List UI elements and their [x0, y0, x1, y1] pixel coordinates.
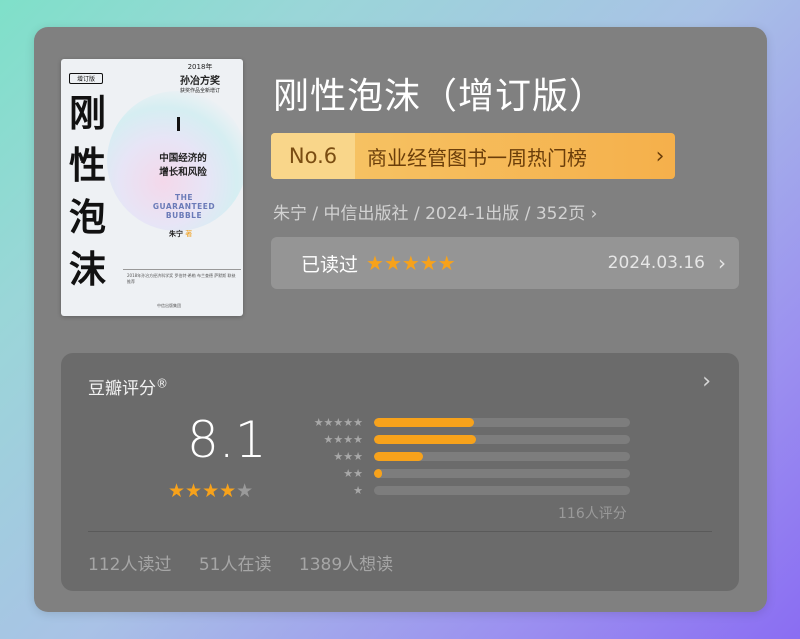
stat-read[interactable]: 112人读过 — [88, 555, 171, 575]
filled-stars-icon: ★★★★ — [168, 480, 237, 502]
distribution-track — [374, 486, 630, 495]
distribution-track — [374, 452, 630, 461]
cover-author: 朱宁 著 — [169, 229, 192, 239]
cover-title-char: 泡 — [69, 196, 106, 239]
cover-award-year: 2018年 — [187, 63, 213, 71]
distribution-row: ★★ — [299, 465, 639, 482]
cover-divider — [123, 269, 241, 270]
cover-title-char: 性 — [69, 144, 106, 187]
distribution-fill — [374, 418, 474, 427]
rating-title-text: 豆瓣评分 — [88, 379, 156, 399]
reader-stats: 112人读过 51人在读 1389人想读 — [88, 550, 415, 575]
distribution-stars-label: ★★★★★ — [313, 416, 363, 429]
distribution-fill — [374, 469, 382, 478]
my-rating-stars-icon: ★★★★★ — [366, 251, 456, 275]
distribution-stars-label: ★★★ — [333, 450, 363, 463]
book-card: 增订版 刚 性 泡 沫 2018年 孙冶方奖 获奖作品全新增订 中国经济的 增长… — [34, 27, 767, 612]
cover-title-char: 刚 — [69, 92, 106, 135]
distribution-track — [374, 469, 630, 478]
ranking-name: 商业经管图书一周热门榜 — [367, 145, 587, 170]
distribution-stars-label: ★★★★ — [323, 433, 363, 446]
book-meta-link[interactable]: 朱宁 / 中信出版社 / 2024-1出版 / 352页 › — [273, 199, 597, 224]
read-status-row[interactable]: 已读过 ★★★★★ 2024.03.16 › — [271, 237, 739, 289]
book-cover[interactable]: 增订版 刚 性 泡 沫 2018年 孙冶方奖 获奖作品全新增订 中国经济的 增长… — [61, 59, 243, 316]
rating-score: 8.1 — [187, 411, 267, 469]
ranking-button[interactable]: No.6 商业经管图书一周热门榜 › — [271, 133, 675, 179]
distribution-row: ★ — [299, 482, 639, 499]
cover-publisher: 中信出版集团 — [157, 303, 181, 308]
cover-subtitle-line: 中国经济的 — [159, 153, 207, 164]
chevron-right-icon[interactable]: › — [702, 369, 711, 394]
cover-vertical-title: 增订版 刚 性 泡 沫 — [69, 73, 106, 296]
rating-count: 116人评分 — [558, 506, 627, 522]
cover-award-name: 孙冶方奖 — [180, 76, 220, 87]
rating-stars-icon: ★★★★★ — [168, 480, 253, 502]
cover-english-line: BUBBLE — [165, 211, 203, 220]
distribution-stars-label: ★ — [353, 484, 363, 497]
cover-subtitle-line: 增长和风险 — [159, 167, 207, 178]
distribution-stars-label: ★★ — [343, 467, 363, 480]
cover-award-sub: 获奖作品全新增订 — [179, 88, 220, 94]
distribution-row: ★★★★★ — [299, 414, 639, 431]
cover-award: 2018年 孙冶方奖 获奖作品全新增订 — [157, 62, 243, 94]
distribution-fill — [374, 435, 477, 444]
rating-panel: 豆瓣评分® › 8.1 ★★★★★ ★★★★★ ★★★★ ★★★ ★★ ★ 11… — [61, 353, 739, 591]
cover-blurb: 2018年孙冶方经济科学奖 罗伯特·希勒 布兰查德 萨默斯 联袂推荐 — [127, 273, 236, 284]
book-title: 刚性泡沫（增订版） — [273, 76, 607, 117]
distribution-row: ★★★★ — [299, 431, 639, 448]
chevron-right-icon: › — [655, 143, 665, 169]
read-date: 2024.03.16 — [607, 253, 705, 273]
ranking-number: No.6 — [271, 133, 355, 179]
empty-star-icon: ★ — [236, 480, 254, 502]
stat-want-to-read[interactable]: 1389人想读 — [299, 555, 393, 575]
cover-subtitle: 中国经济的 增长和风险 — [143, 152, 223, 180]
read-status-label: 已读过 — [301, 253, 359, 276]
cover-english-line: THE — [174, 193, 194, 202]
cover-mark — [177, 117, 180, 131]
distribution-row: ★★★ — [299, 448, 639, 465]
distribution-fill — [374, 452, 423, 461]
cover-author-name: 朱宁 — [169, 230, 183, 238]
cover-edition: 增订版 — [69, 73, 103, 84]
distribution-track — [374, 435, 630, 444]
cover-english-title: THE GUARANTEED BUBBLE — [143, 193, 225, 220]
cover-author-suffix: 著 — [185, 230, 193, 238]
stat-reading[interactable]: 51人在读 — [199, 555, 272, 575]
divider — [88, 531, 712, 532]
chevron-right-icon: › — [718, 251, 726, 275]
distribution-track — [374, 418, 630, 427]
cover-title-char: 沫 — [69, 248, 106, 291]
cover-english-line: GUARANTEED — [152, 202, 216, 211]
rating-distribution: ★★★★★ ★★★★ ★★★ ★★ ★ — [299, 414, 639, 499]
rating-title: 豆瓣评分® — [88, 374, 168, 399]
registered-mark: ® — [156, 376, 168, 391]
